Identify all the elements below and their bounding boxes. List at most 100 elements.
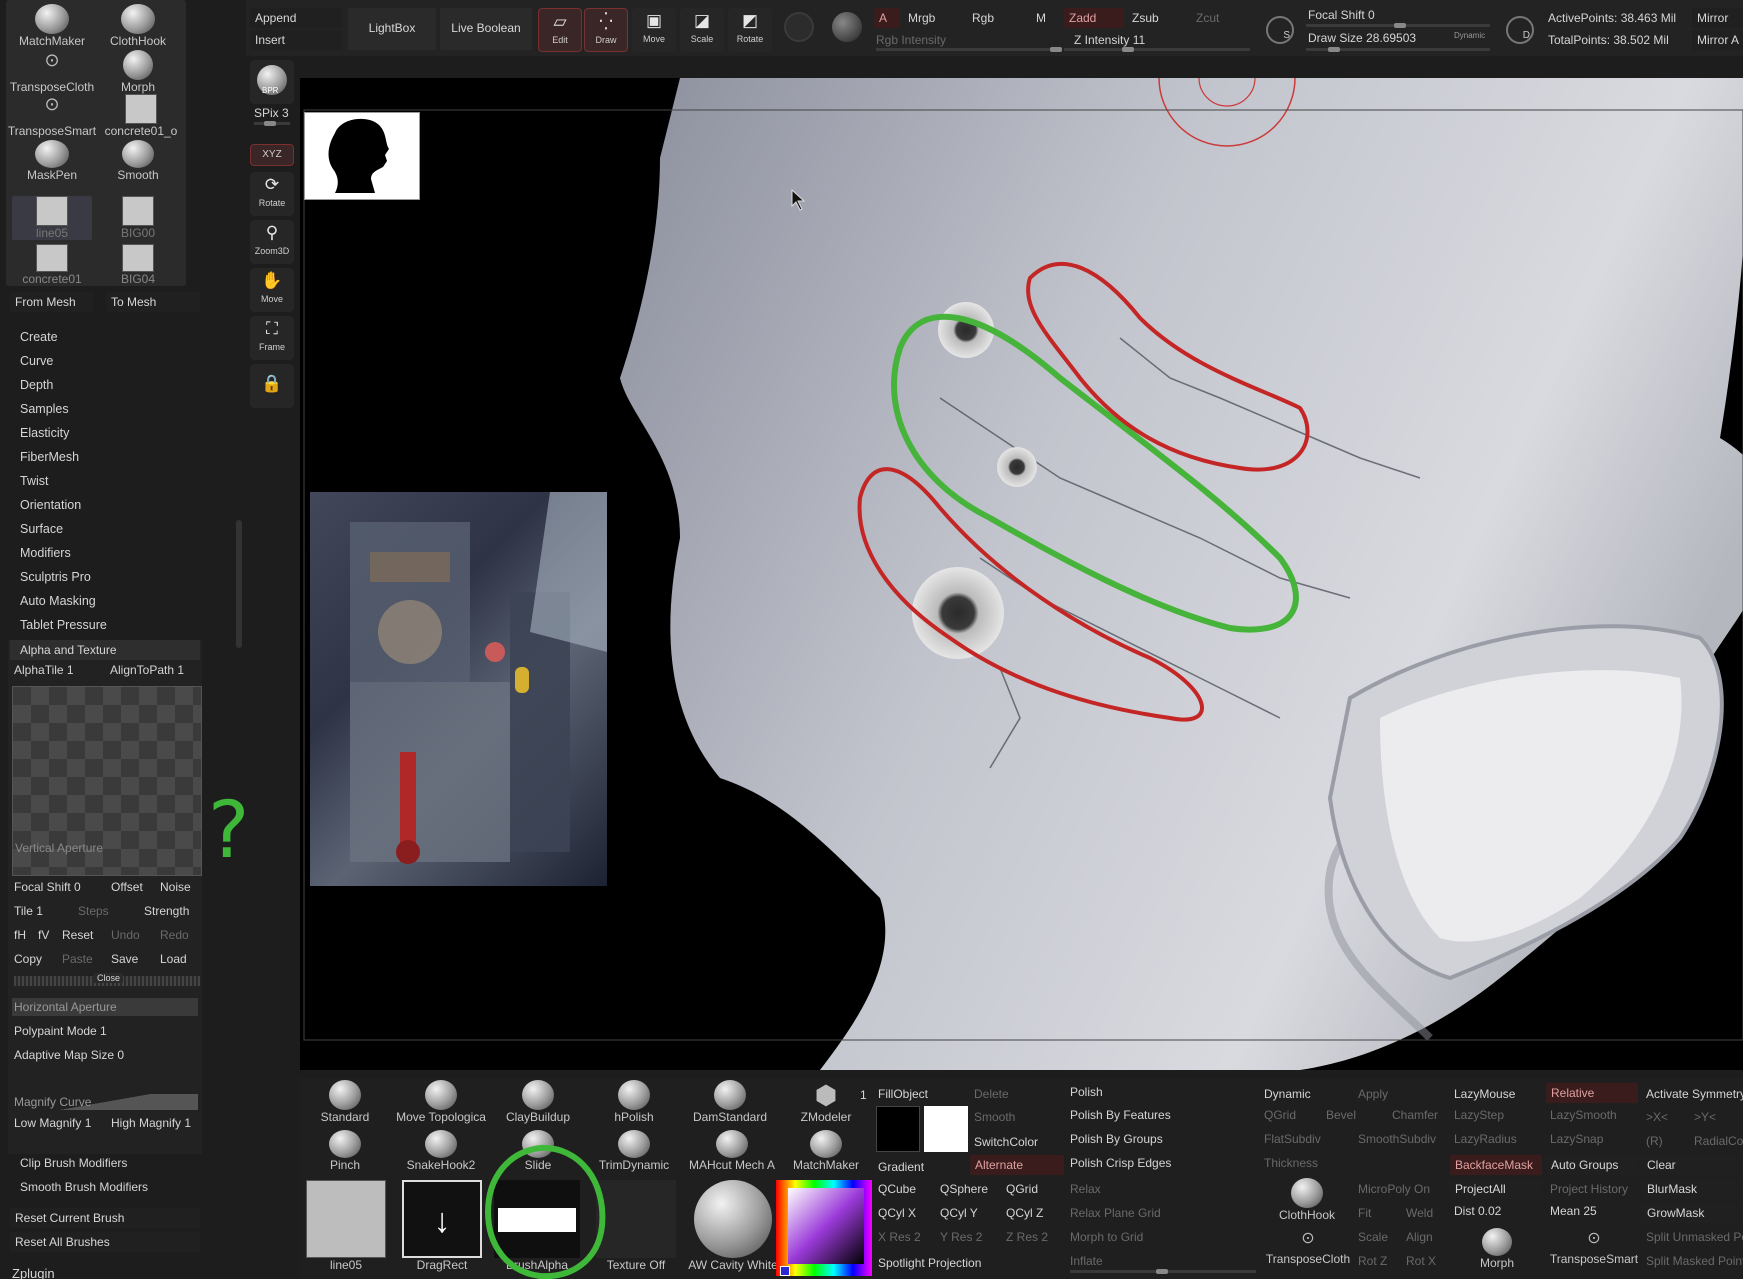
- qcyl-y-button[interactable]: QCyl Y: [940, 1206, 978, 1220]
- move-mode-button[interactable]: ▣ Move: [632, 8, 676, 52]
- draw-size-track[interactable]: [1306, 47, 1490, 52]
- load-button[interactable]: Load: [160, 952, 187, 966]
- flip-h-button[interactable]: fH: [14, 928, 26, 942]
- horizontal-aperture[interactable]: Horizontal Aperture: [12, 998, 198, 1016]
- gradient-toggle[interactable]: Gradient: [878, 1160, 924, 1174]
- brush-slot-big04[interactable]: BIG04: [98, 244, 178, 286]
- menu-orientation[interactable]: Orientation: [20, 498, 81, 512]
- dynamic-subdiv-toggle[interactable]: Dynamic: [1264, 1087, 1311, 1101]
- switch-color-button[interactable]: SwitchColor: [974, 1135, 1038, 1149]
- qsphere-button[interactable]: QSphere: [940, 1182, 988, 1196]
- zplugin-menu[interactable]: Zplugin: [12, 1266, 55, 1279]
- y-res-slider[interactable]: Y Res 2: [940, 1230, 982, 1244]
- reset-current-brush-button[interactable]: Reset Current Brush: [10, 1208, 200, 1228]
- append-button[interactable]: Append: [250, 8, 342, 28]
- polish-by-features-slider[interactable]: Polish By Features: [1070, 1108, 1171, 1122]
- inflate-slider[interactable]: Inflate: [1070, 1254, 1103, 1268]
- brush-slot-concrete01[interactable]: concrete01: [12, 244, 92, 286]
- reset-all-brushes-button[interactable]: Reset All Brushes: [10, 1232, 200, 1252]
- z-intensity-track[interactable]: [1064, 47, 1250, 52]
- high-magnify-slider[interactable]: High Magnify 1: [111, 1116, 191, 1130]
- spix-track[interactable]: [254, 121, 290, 126]
- alternate-button[interactable]: Alternate: [970, 1155, 1064, 1175]
- brush-slot-line05[interactable]: line05: [12, 196, 92, 240]
- edit-mode-button[interactable]: ▱ Edit: [538, 8, 582, 52]
- align-button[interactable]: Align: [1406, 1230, 1433, 1244]
- menu-auto-masking[interactable]: Auto Masking: [20, 594, 96, 608]
- lazysmooth-slider[interactable]: LazySmooth: [1550, 1108, 1617, 1122]
- frame-button[interactable]: ⛶ Frame: [250, 316, 294, 360]
- rgb-intensity-slider[interactable]: Rgb Intensity: [876, 33, 946, 47]
- scale-mode-button[interactable]: ◪ Scale: [680, 8, 724, 52]
- brush-matchmaker[interactable]: MatchMaker: [786, 1130, 866, 1172]
- brush-transposecloth-shelf[interactable]: ⊙ TransposeCloth: [1262, 1228, 1354, 1266]
- brush-snakehook2[interactable]: SnakeHook2: [398, 1130, 484, 1172]
- low-magnify-slider[interactable]: Low Magnify 1: [14, 1116, 91, 1130]
- thickness-slider[interactable]: Thickness: [1264, 1156, 1318, 1170]
- mean-slider[interactable]: Mean 25: [1550, 1204, 1597, 1218]
- fit-button[interactable]: Fit: [1358, 1206, 1371, 1220]
- mirror-and-weld-button[interactable]: Mirror A: [1692, 30, 1743, 50]
- y-symmetry-toggle[interactable]: >Y<: [1694, 1110, 1716, 1124]
- polish-slider[interactable]: Polish: [1070, 1085, 1103, 1099]
- x-res-slider[interactable]: X Res 2: [878, 1230, 921, 1244]
- focal-s-icon[interactable]: S: [1266, 16, 1294, 44]
- relative-button[interactable]: Relative: [1546, 1083, 1638, 1103]
- flip-v-button[interactable]: fV: [38, 928, 49, 942]
- draw-mode-button[interactable]: ⁛ Draw: [584, 8, 628, 52]
- save-button[interactable]: Save: [111, 952, 138, 966]
- brush-slot-transposecloth[interactable]: ⊙ TransposeCloth: [6, 50, 98, 94]
- strength-slider[interactable]: Strength: [144, 904, 189, 918]
- brush-damstandard[interactable]: DamStandard: [686, 1080, 774, 1124]
- focal-shift-slider[interactable]: Focal Shift 0: [14, 880, 81, 894]
- alpha-texture-header[interactable]: Alpha and Texture: [10, 640, 200, 660]
- brush-slot-matchmaker[interactable]: MatchMaker: [12, 4, 92, 48]
- magnify-curve[interactable]: Magnify Curve: [12, 1094, 198, 1110]
- main-color-swatch[interactable]: [876, 1106, 920, 1152]
- alpha-a-button[interactable]: A: [874, 8, 900, 28]
- smooth-toggle[interactable]: Smooth: [974, 1110, 1015, 1124]
- zcut-button[interactable]: Zcut: [1196, 11, 1219, 25]
- weld-button[interactable]: Weld: [1406, 1206, 1433, 1220]
- fill-object-button[interactable]: FillObject: [878, 1087, 928, 1101]
- reset-button[interactable]: Reset: [62, 928, 93, 942]
- left-scrollbar[interactable]: [236, 520, 242, 648]
- lazystep-slider[interactable]: LazyStep: [1454, 1108, 1504, 1122]
- menu-twist[interactable]: Twist: [20, 474, 48, 488]
- spotlight-projection-toggle[interactable]: Spotlight Projection: [878, 1256, 981, 1270]
- menu-fibermesh[interactable]: FiberMesh: [20, 450, 79, 464]
- menu-sculptris-pro[interactable]: Sculptris Pro: [20, 570, 91, 584]
- brush-slot-transposesmart[interactable]: ⊙ TransposeSmart: [6, 94, 98, 138]
- zsub-button[interactable]: Zsub: [1132, 11, 1159, 25]
- flat-subdiv-slider[interactable]: FlatSubdiv: [1264, 1132, 1321, 1146]
- spix-slider[interactable]: SPix 3: [254, 106, 289, 120]
- project-history-button[interactable]: Project History: [1550, 1182, 1628, 1196]
- menu-samples[interactable]: Samples: [20, 402, 69, 416]
- dist-slider[interactable]: Dist 0.02: [1454, 1204, 1501, 1218]
- color-picker[interactable]: [776, 1180, 872, 1276]
- project-all-button[interactable]: ProjectAll: [1450, 1179, 1542, 1199]
- alpha-stroke-slot[interactable]: ↓ DragRect: [400, 1180, 484, 1272]
- menu-tablet-pressure[interactable]: Tablet Pressure: [20, 618, 107, 632]
- lightbox-button[interactable]: LightBox: [348, 8, 436, 50]
- undo-button[interactable]: Undo: [111, 928, 140, 942]
- menu-modifiers[interactable]: Modifiers: [20, 546, 71, 560]
- brush-slot-maskpen[interactable]: MaskPen: [12, 140, 92, 182]
- xyz-button[interactable]: XYZ: [250, 144, 294, 166]
- focal-shift-top-slider[interactable]: Focal Shift 0: [1308, 8, 1375, 22]
- mirror-button[interactable]: Mirror: [1692, 8, 1743, 28]
- move-view-button[interactable]: ✋ Move: [250, 268, 294, 312]
- zoom3d-button[interactable]: ⚲ Zoom3D: [250, 220, 294, 264]
- brush-zmodeler[interactable]: ⬢ ZModeler: [786, 1080, 866, 1124]
- split-masked-button[interactable]: Split Masked Points: [1646, 1254, 1743, 1268]
- tile-slider[interactable]: Tile 1: [14, 904, 43, 918]
- noise-slider[interactable]: Noise: [160, 880, 191, 894]
- morph-to-grid-slider[interactable]: Morph to Grid: [1070, 1230, 1143, 1244]
- rgb-button[interactable]: Rgb: [972, 11, 994, 25]
- live-boolean-button[interactable]: Live Boolean: [440, 8, 532, 50]
- qgrid-subdiv-slider[interactable]: QGrid: [1264, 1108, 1296, 1122]
- brush-hpolish[interactable]: hPolish: [594, 1080, 674, 1124]
- lazysnap-slider[interactable]: LazySnap: [1550, 1132, 1603, 1146]
- dynamic-toggle[interactable]: Dynamic: [1454, 31, 1485, 40]
- relax-plane-grid-slider[interactable]: Relax Plane Grid: [1070, 1206, 1161, 1220]
